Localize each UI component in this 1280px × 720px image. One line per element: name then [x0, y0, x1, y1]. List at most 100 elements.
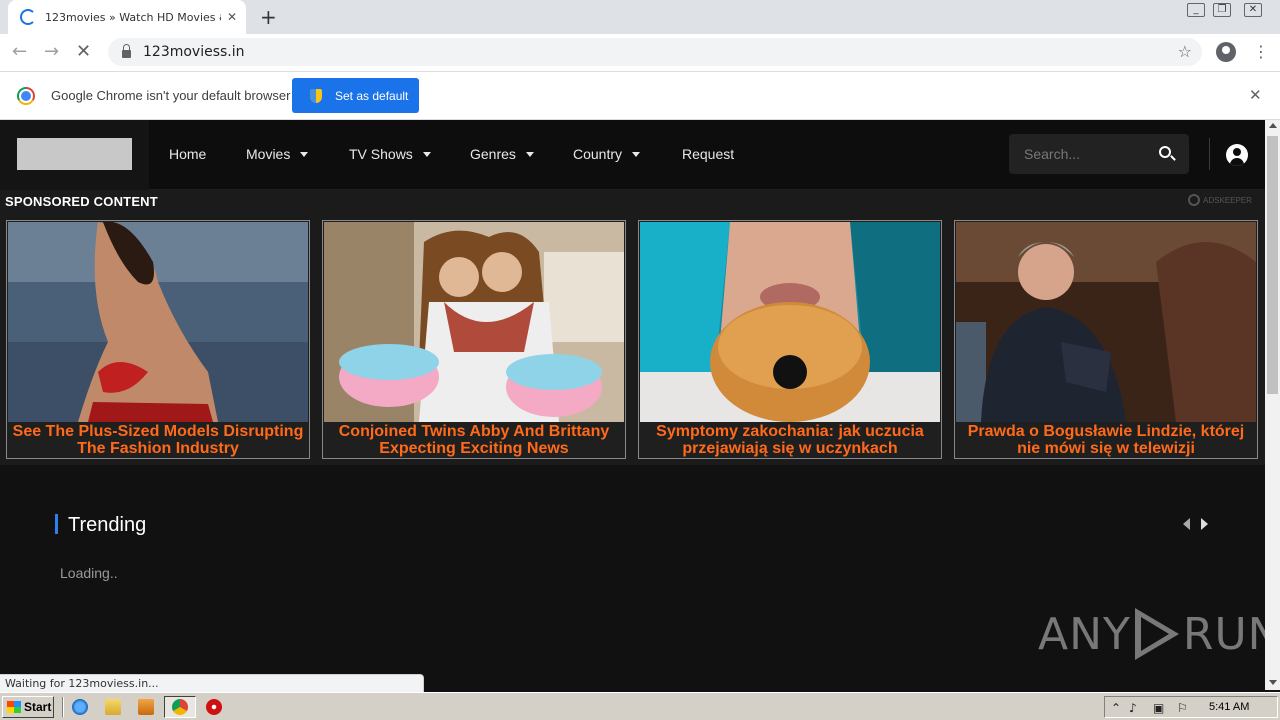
- minimize-icon: _: [1187, 3, 1205, 17]
- page-scrollbar[interactable]: [1265, 120, 1280, 690]
- chrome-menu-icon[interactable]: ⋮: [1253, 42, 1269, 61]
- set-as-default-button[interactable]: Set as default: [292, 78, 419, 113]
- adkeeper-label: ADSKEEPER: [1203, 195, 1252, 205]
- nav-item-label: TV Shows: [349, 146, 413, 162]
- ad-card[interactable]: Symptomy zakochania: jak uczucia przejaw…: [638, 220, 942, 459]
- restore-button[interactable]: ❐: [1209, 0, 1235, 20]
- media-player-icon[interactable]: [138, 699, 154, 715]
- flag-icon[interactable]: ⚐: [1177, 701, 1188, 715]
- loading-spinner-icon: [20, 9, 36, 25]
- set-as-default-label: Set as default: [335, 88, 409, 103]
- infobar-close-icon[interactable]: ✕: [1249, 86, 1262, 104]
- taskbar-separator: [62, 697, 64, 717]
- user-account-icon[interactable]: [1226, 144, 1248, 166]
- ad-caption: Conjoined Twins Abby And Brittany Expect…: [338, 423, 610, 457]
- default-browser-infobar: Google Chrome isn't your default browser…: [0, 72, 1280, 120]
- start-button[interactable]: Start: [2, 696, 54, 718]
- caret-down-icon: [632, 151, 641, 157]
- sponsored-title: SPONSORED CONTENT: [5, 194, 158, 209]
- tab-strip: 123movies » Watch HD Movies & TV ✕ + _ ❐…: [0, 0, 1280, 34]
- tray-expand-icon[interactable]: ⌃: [1111, 701, 1121, 715]
- ad-caption: Symptomy zakochania: jak uczucia przejaw…: [656, 423, 924, 457]
- browser-tab[interactable]: 123movies » Watch HD Movies & TV ✕: [8, 0, 246, 34]
- nav-item-home[interactable]: Home: [169, 146, 206, 162]
- infobar-message: Google Chrome isn't your default browser: [51, 88, 291, 103]
- ad-image: [640, 222, 940, 422]
- status-bubble: Waiting for 123moviess.in...: [0, 674, 424, 692]
- screen: 123movies » Watch HD Movies & TV ✕ + _ ❐…: [0, 0, 1280, 720]
- caret-down-icon: [525, 151, 534, 157]
- tab-title: 123movies » Watch HD Movies & TV: [45, 10, 221, 24]
- web-page: Home Movies TV Shows Genres Country Request S…: [0, 120, 1265, 690]
- ad-caption: Prawda o Bogusławie Lindzie, której nie …: [967, 423, 1245, 457]
- nav-item-label: Home: [169, 146, 207, 162]
- bookmark-star-icon[interactable]: ☆: [1178, 42, 1192, 61]
- ad-card[interactable]: Conjoined Twins Abby And Brittany Expect…: [322, 220, 626, 459]
- search-input[interactable]: [1009, 134, 1149, 174]
- ad-card[interactable]: Prawda o Bogusławie Lindzie, której nie …: [954, 220, 1258, 459]
- adkeeper-ring-icon: [1188, 194, 1200, 206]
- trending-loading-text: Loading..: [60, 565, 118, 581]
- nav-item-label: Request: [682, 146, 735, 162]
- search-box: [1009, 134, 1189, 174]
- ad-card[interactable]: See The Plus-Sized Models Disrupting The…: [6, 220, 310, 459]
- nav-item-tv-shows[interactable]: TV Shows: [349, 146, 431, 162]
- folder-icon[interactable]: [105, 699, 121, 715]
- stop-loading-button[interactable]: ✕: [76, 41, 91, 62]
- chrome-taskbar-button[interactable]: [164, 696, 196, 718]
- ad-image: [956, 222, 1256, 422]
- taskbar-clock[interactable]: 5:41 AM: [1209, 701, 1249, 713]
- scroll-down-arrow-icon[interactable]: [1269, 680, 1277, 685]
- nav-item-label: Country: [573, 146, 623, 162]
- minimize-button[interactable]: _: [1183, 0, 1209, 20]
- play-logo-icon: [1134, 608, 1179, 660]
- scroll-thumb[interactable]: [1267, 136, 1278, 394]
- new-tab-button[interactable]: +: [260, 5, 277, 29]
- sponsored-section: SPONSORED CONTENT ADSKEEPER See The Plus…: [0, 190, 1265, 465]
- scroll-up-arrow-icon[interactable]: [1269, 123, 1277, 128]
- site-logo-area: [0, 120, 149, 190]
- address-bar[interactable]: 123moviess.in ☆: [108, 38, 1202, 66]
- caret-down-icon: [422, 151, 431, 157]
- ad-image: [8, 222, 308, 422]
- windows-logo-icon: [7, 701, 21, 713]
- carousel-prev-icon[interactable]: [1183, 518, 1190, 530]
- windows-taskbar: Start ⌃ ♪ ▣ ⚐ 5:41 AM: [0, 692, 1280, 720]
- tab-close-icon[interactable]: ✕: [227, 10, 237, 24]
- uac-shield-icon: [310, 88, 322, 103]
- profile-icon[interactable]: [1216, 42, 1236, 62]
- nav-item-movies[interactable]: Movies: [246, 146, 309, 162]
- nav-item-label: Movies: [246, 146, 291, 162]
- caret-down-icon: [300, 151, 309, 157]
- trending-accent-bar: [55, 514, 58, 534]
- network-icon[interactable]: ▣: [1153, 701, 1164, 715]
- ad-image: [324, 222, 624, 422]
- nav-item-genres[interactable]: Genres: [470, 146, 534, 162]
- adkeeper-logo[interactable]: ADSKEEPER: [1188, 194, 1252, 206]
- opera-icon[interactable]: [206, 699, 222, 715]
- carousel-next-icon[interactable]: [1201, 518, 1208, 530]
- trending-title: Trending: [68, 514, 147, 536]
- nav-item-request[interactable]: Request: [682, 146, 734, 162]
- anyrun-watermark: ANY RUN: [1038, 608, 1265, 660]
- restore-icon: ❐: [1213, 3, 1231, 17]
- back-button[interactable]: ←: [12, 41, 27, 62]
- close-icon: ✕: [1244, 3, 1262, 17]
- nav-item-label: Genres: [470, 146, 516, 162]
- chrome-logo-icon: [17, 87, 35, 105]
- volume-icon[interactable]: ♪: [1129, 701, 1137, 715]
- close-window-button[interactable]: ✕: [1240, 0, 1266, 20]
- internet-explorer-icon[interactable]: [72, 699, 88, 715]
- site-logo[interactable]: [17, 138, 132, 170]
- forward-button[interactable]: →: [44, 41, 59, 62]
- browser-toolbar: ← → ✕ 123moviess.in ☆ ⋮: [0, 34, 1280, 72]
- system-tray: ⌃ ♪ ▣ ⚐ 5:41 AM: [1104, 696, 1278, 718]
- ad-caption: See The Plus-Sized Models Disrupting The…: [12, 423, 304, 457]
- site-header: Home Movies TV Shows Genres Country Request: [0, 120, 1265, 190]
- nav-item-country[interactable]: Country: [573, 146, 641, 162]
- header-divider: [1209, 138, 1210, 170]
- url-text[interactable]: 123moviess.in: [143, 44, 245, 60]
- search-icon[interactable]: [1159, 146, 1171, 158]
- watermark-right: RUN: [1182, 608, 1265, 660]
- start-label: Start: [24, 700, 52, 714]
